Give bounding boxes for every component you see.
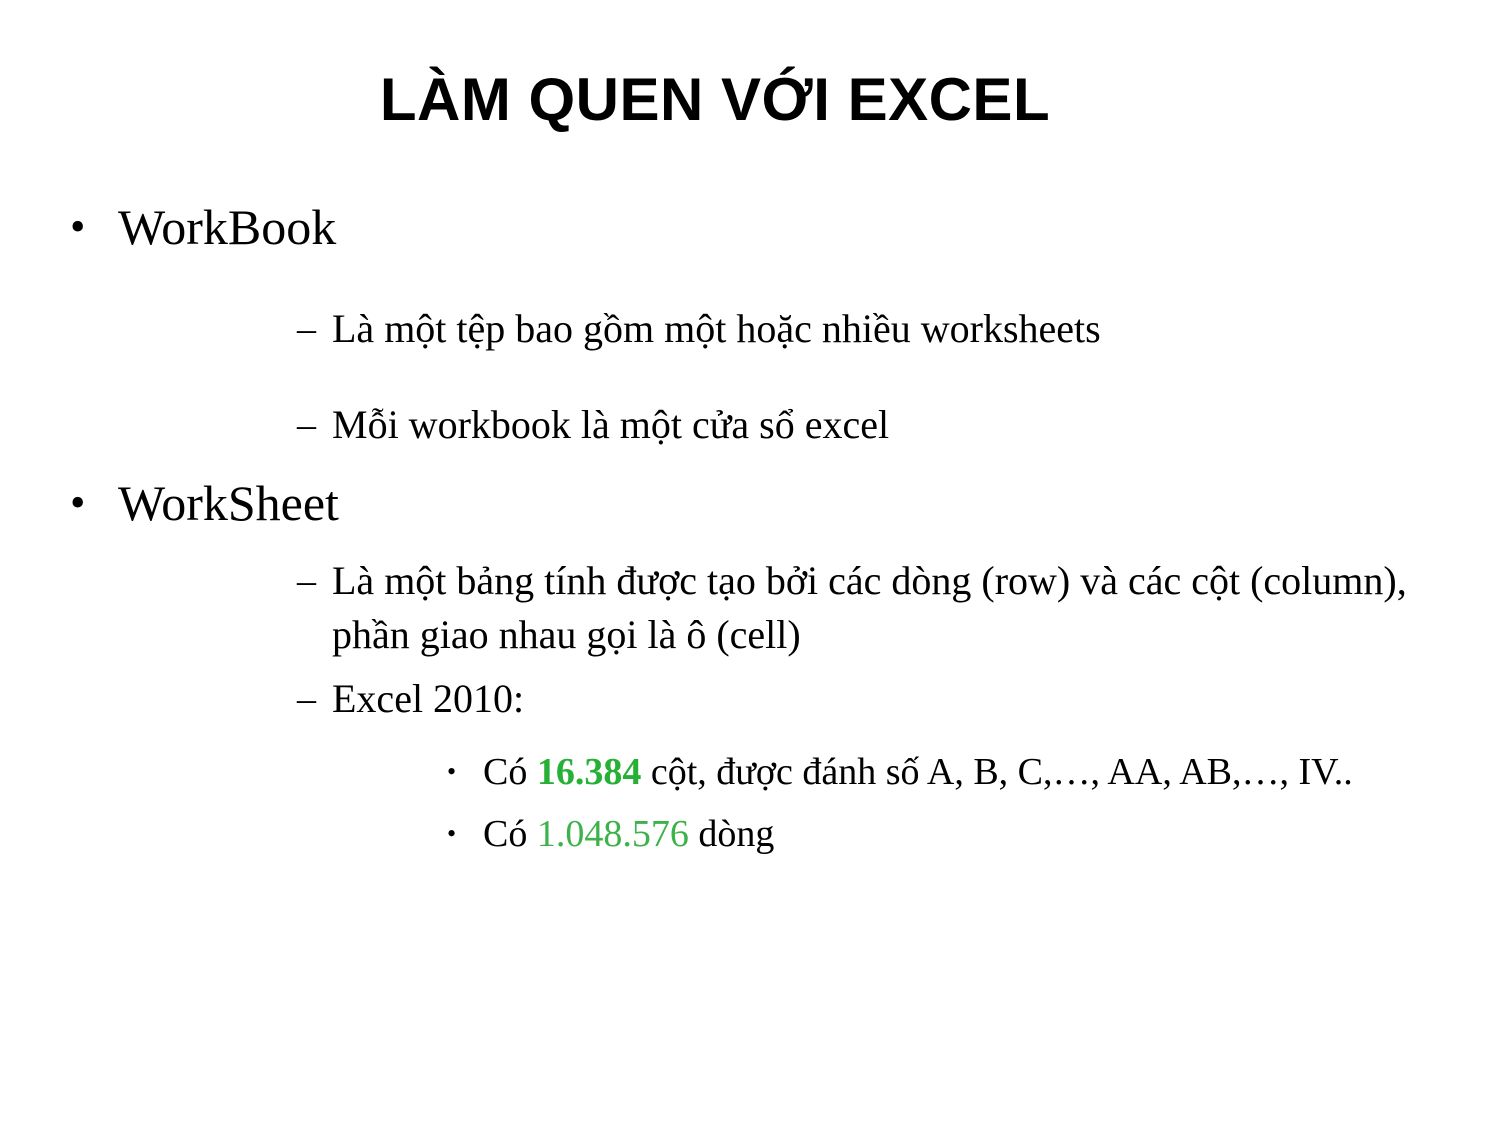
columns-count-value: 16.384 [536,751,642,793]
bullet-dot-icon: • [70,202,86,251]
list-item-worksheet-point-1: – Là một bảng tính được tạo bởi các dòng… [0,554,1499,662]
list-item-rows: • Có 1.048.576 dòng [0,808,1499,860]
rows-prefix-label: Có [483,813,537,855]
rows-line: Có 1.048.576 dòng [483,808,774,860]
columns-line: Có 16.384 cột, được đánh số A, B, C,…, A… [483,746,1353,798]
columns-prefix-label: Có [483,751,537,793]
slide-body: • WorkBook – Là một tệp bao gồm một hoặc… [0,196,1499,862]
slide: LÀM QUEN VỚI EXCEL • WorkBook – Là một t… [0,0,1499,1124]
list-item-columns: • Có 16.384 cột, được đánh số A, B, C,…,… [0,746,1499,798]
list-item-worksheet: • WorkSheet [0,472,1499,534]
bullet-dash-icon: – [297,560,316,602]
columns-suffix-label: cột, được đánh số A, B, C,…, AA, AB,…, I… [641,751,1353,793]
bullet-dot-icon: • [70,478,86,527]
rows-count-value: 1.048.576 [536,813,689,855]
bullet-dot-icon: • [447,757,457,786]
workbook-heading-label: WorkBook [118,199,337,255]
rows-suffix-label: dòng [688,813,775,855]
bullet-dash-icon: – [297,678,316,720]
worksheet-heading-label: WorkSheet [118,475,339,531]
list-item-workbook-point-2: – Mỗi workbook là một cửa sổ excel [0,398,1499,452]
workbook-point-2-label: Mỗi workbook là một cửa sổ excel [332,402,890,447]
list-item-workbook: • WorkBook [0,196,1499,258]
list-item-workbook-point-1: – Là một tệp bao gồm một hoặc nhiều work… [0,302,1499,356]
bullet-dash-icon: – [297,404,316,446]
worksheet-point-2-label: Excel 2010: [332,676,525,721]
bullet-dash-icon: – [297,308,316,350]
workbook-point-1-label: Là một tệp bao gồm một hoặc nhiều worksh… [332,306,1101,351]
worksheet-point-1-label: Là một bảng tính được tạo bởi các dòng (… [332,558,1407,657]
page-title: LÀM QUEN VỚI EXCEL [379,66,1051,133]
bullet-dot-icon: • [447,819,457,848]
list-item-worksheet-point-2: – Excel 2010: [0,672,1499,726]
